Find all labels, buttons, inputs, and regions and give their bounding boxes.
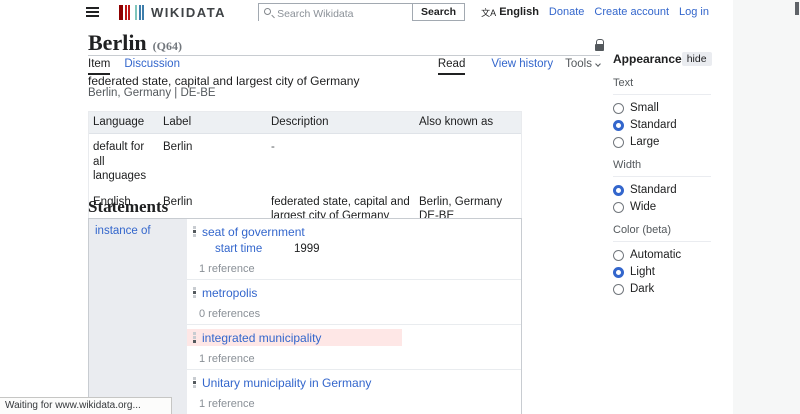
wikidata-logo-text: WIKIDATA xyxy=(151,5,226,20)
claim-qualifier: start time 1999 xyxy=(187,241,521,256)
table-row: default for all languages Berlin - xyxy=(89,134,521,188)
hamburger-menu-icon[interactable] xyxy=(86,7,99,17)
claim-value-link[interactable]: Unitary municipality in Germany xyxy=(202,376,371,390)
rank-selector-icon[interactable] xyxy=(193,332,196,343)
appearance-heading: Appearance xyxy=(613,52,682,66)
claim-value-link[interactable]: seat of government xyxy=(202,225,305,239)
references-toggle[interactable]: 1 reference xyxy=(187,353,521,365)
statements-group: instance of seat of government start tim… xyxy=(88,218,522,414)
radio-checked-icon xyxy=(613,120,624,131)
search-bar: Search xyxy=(258,3,465,21)
property-instance-of-link[interactable]: instance of xyxy=(95,225,151,237)
claims-column: seat of government start time 1999 1 ref… xyxy=(187,219,521,414)
language-icon: 文A xyxy=(481,6,496,19)
wikidata-logo[interactable]: WIKIDATA xyxy=(119,5,226,20)
entity-title: Berlin xyxy=(88,30,147,55)
language-label: English xyxy=(499,6,539,18)
section-label-width: Width xyxy=(613,159,711,177)
col-description: Description xyxy=(267,112,415,133)
rank-selector-icon[interactable] xyxy=(193,377,196,388)
claim-integrated-municipality: integrated municipality 1 reference xyxy=(187,325,521,370)
radio-icon xyxy=(613,284,624,295)
section-label-text: Text xyxy=(613,77,711,95)
wikidata-logo-bars-icon xyxy=(119,5,144,20)
references-toggle[interactable]: 1 reference xyxy=(187,398,521,410)
appearance-panel: Appearance hide Text Small Standard Larg… xyxy=(613,52,711,300)
search-button[interactable]: Search xyxy=(412,3,465,21)
claim-value-link[interactable]: metropolis xyxy=(202,286,257,300)
claim-seat-of-government: seat of government start time 1999 1 ref… xyxy=(187,219,521,280)
radio-color-automatic[interactable]: Automatic xyxy=(613,249,711,261)
radio-color-dark[interactable]: Dark xyxy=(613,283,711,295)
col-label: Label xyxy=(159,112,267,133)
section-label-color: Color (beta) xyxy=(613,224,711,242)
radio-text-large[interactable]: Large xyxy=(613,136,711,148)
entity-aliases: Berlin, Germany | DE-BE xyxy=(88,87,216,99)
claim-metropolis: metropolis 0 references xyxy=(187,280,521,325)
radio-icon xyxy=(613,103,624,114)
page-tabs: Item Discussion Read View history Tools xyxy=(88,58,600,75)
language-selector[interactable]: 文A English xyxy=(481,6,539,19)
radio-icon xyxy=(613,137,624,148)
scrollbar-thumb[interactable] xyxy=(795,2,799,15)
radio-checked-icon xyxy=(613,185,624,196)
protection-lock-icon xyxy=(595,44,604,51)
create-account-link[interactable]: Create account xyxy=(594,6,669,18)
rank-selector-icon[interactable] xyxy=(193,287,196,298)
term-aliases[interactable] xyxy=(415,134,523,188)
site-header: WIKIDATA Search 文A English Donate Create… xyxy=(0,0,733,24)
statements-heading: Statements xyxy=(88,197,168,217)
qualifier-value: 1999 xyxy=(294,243,320,255)
claim-value-link[interactable]: integrated municipality xyxy=(202,331,321,345)
tools-menu[interactable]: Tools xyxy=(565,58,600,70)
claim-unitary-municipality: Unitary municipality in Germany 1 refere… xyxy=(187,370,521,414)
statement-property-column: instance of xyxy=(89,219,187,414)
radio-width-wide[interactable]: Wide xyxy=(613,201,711,213)
term-label[interactable]: Berlin xyxy=(159,134,267,188)
entity-id: (Q64) xyxy=(153,39,182,53)
tab-read[interactable]: Read xyxy=(438,58,466,75)
radio-checked-icon xyxy=(613,267,624,278)
entity-description: federated state, capital and largest cit… xyxy=(88,74,359,88)
deprecated-statement-highlight: integrated municipality xyxy=(187,329,402,346)
browser-right-margin xyxy=(733,0,800,414)
search-input[interactable] xyxy=(259,6,412,22)
search-icon xyxy=(264,8,271,15)
page-title: Berlin (Q64) xyxy=(88,30,182,56)
header-user-links: 文A English Donate Create account Log in xyxy=(481,6,709,19)
browser-status-text: Waiting for www.wikidata.org... xyxy=(0,397,172,414)
term-description[interactable]: - xyxy=(267,134,415,188)
term-language: default for all languages xyxy=(89,134,159,188)
donate-link[interactable]: Donate xyxy=(549,6,584,18)
appearance-hide-button[interactable]: hide xyxy=(682,52,712,66)
qualifier-property-link[interactable]: start time xyxy=(215,243,294,255)
col-language: Language xyxy=(89,112,159,133)
radio-text-standard[interactable]: Standard xyxy=(613,119,711,131)
tab-view-history[interactable]: View history xyxy=(491,58,553,73)
radio-icon xyxy=(613,202,624,213)
references-toggle[interactable]: 0 references xyxy=(187,308,521,320)
references-toggle[interactable]: 1 reference xyxy=(187,263,521,275)
tab-item[interactable]: Item xyxy=(88,58,110,75)
radio-color-light[interactable]: Light xyxy=(613,266,711,278)
title-divider xyxy=(88,55,600,56)
radio-text-small[interactable]: Small xyxy=(613,102,711,114)
rank-selector-icon[interactable] xyxy=(193,226,196,237)
log-in-link[interactable]: Log in xyxy=(679,6,709,18)
radio-icon xyxy=(613,250,624,261)
tab-discussion[interactable]: Discussion xyxy=(124,58,180,73)
col-also-known-as: Also known as xyxy=(415,112,523,133)
chevron-down-icon xyxy=(595,61,601,67)
radio-width-standard[interactable]: Standard xyxy=(613,184,711,196)
terms-table-header: Language Label Description Also known as xyxy=(89,112,521,134)
